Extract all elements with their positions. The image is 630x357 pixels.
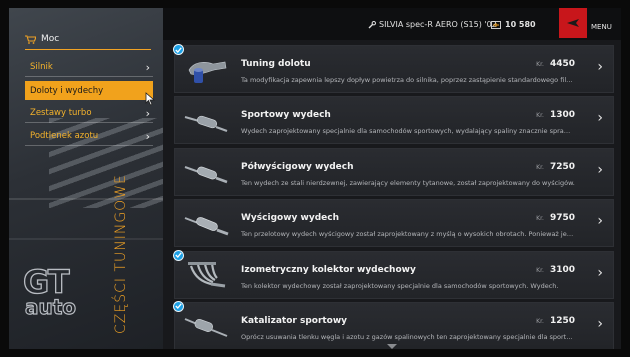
menu-item-label: Doloty i wydechy (30, 85, 104, 96)
part-row[interactable]: Półwyścigowy wydech Ten wydech ze stali … (174, 147, 614, 196)
chevron-right-icon: › (145, 60, 150, 74)
part-name: Izometryczny kolektor wydechowy (241, 264, 416, 275)
chevron-right-icon: › (145, 106, 150, 120)
exhaust-part-icon (184, 217, 229, 236)
part-name: Półwyścigowy wydech (241, 161, 354, 172)
menu-item-zestawy-turbo[interactable]: Zestawy turbo › (25, 104, 153, 123)
chevron-right-icon: › (597, 110, 603, 127)
back-arrow-icon (567, 19, 579, 27)
parts-panel: SILVIA spec-R AERO (S15) '02 10 580 MENU (163, 8, 621, 349)
chevron-right-icon: › (145, 129, 150, 143)
part-row[interactable]: Sportowy wydech Wydech zaprojektowany sp… (174, 96, 614, 145)
credits-value: 10 580 (505, 20, 536, 29)
catalyst-part-icon (184, 318, 228, 337)
menu-item-label: Silnik (30, 62, 53, 72)
part-price: Kr. 1300 (536, 110, 575, 121)
part-name: Wyścigowy wydech (241, 213, 339, 224)
top-status-bar: SILVIA spec-R AERO (S15) '02 10 580 MENU (163, 8, 621, 40)
part-description: Ten przelotowy wydech wyścigowy został z… (241, 230, 575, 239)
chevron-right-icon: › (597, 161, 603, 178)
part-name: Sportowy wydech (241, 110, 331, 121)
menu-item-label: Podtlenek azotu (30, 131, 99, 141)
owned-check-icon (173, 300, 184, 312)
part-price: Kr. 1250 (536, 315, 575, 326)
part-row[interactable]: Izometryczny kolektor wydechowy Ten kole… (173, 249, 614, 299)
chevron-right-icon: › (597, 59, 603, 75)
menu-item-silnik[interactable]: Silnik › (25, 58, 153, 77)
category-title: Moc (41, 34, 60, 44)
credits-display: 10 580 (491, 20, 536, 29)
subcategory-menu: Silnik › Doloty i wydechy Zestawy turbo … (25, 58, 153, 150)
part-description: Ten wydech ze stali nierdzewnej, zawiera… (241, 178, 575, 187)
part-row[interactable]: Wyścigowy wydech Ten przelotowy wydech w… (174, 199, 614, 248)
part-row[interactable]: Tuning dolotu Ta modyfikacja zapewnia le… (173, 44, 614, 93)
current-car: SILVIA spec-R AERO (S15) '02 (368, 20, 497, 29)
part-price: Kr. 4450 (536, 59, 575, 69)
chevron-right-icon: › (597, 264, 603, 281)
intake-part-icon (188, 61, 227, 83)
owned-check-icon (173, 249, 184, 261)
part-price: Kr. 9750 (536, 213, 575, 224)
menu-item-label: Zestawy turbo (30, 108, 92, 118)
chevron-right-icon: › (597, 315, 603, 332)
car-name: SILVIA spec-R AERO (S15) '02 (379, 20, 497, 29)
menu-item-doloty-i-wydechy[interactable]: Doloty i wydechy (25, 81, 153, 100)
chevron-right-icon: › (597, 213, 603, 230)
manifold-part-icon (188, 261, 226, 288)
scroll-down-icon[interactable] (387, 344, 397, 349)
part-price: Kr. 3100 (536, 264, 575, 275)
section-vertical-title: CZĘŚCI TUNINGOWE (113, 174, 129, 334)
pointer-cursor-icon (145, 92, 156, 106)
gt-auto-logo: GT auto (22, 263, 77, 319)
part-name: Katalizator sportowy (241, 315, 348, 326)
owned-check-icon (173, 44, 184, 55)
part-name: Tuning dolotu (241, 59, 311, 69)
menu-item-podtlenek-azotu[interactable]: Podtlenek azotu › (25, 127, 153, 146)
parts-list: Tuning dolotu Ta modyfikacja zapewnia le… (173, 44, 614, 349)
part-price: Kr. 7250 (536, 161, 575, 172)
part-description: Ta modyfikacja zapewnia lepszy dopływ po… (241, 76, 575, 84)
part-description: Ten kolektor wydechowy został zaprojekto… (241, 281, 559, 290)
cart-icon (25, 34, 36, 44)
menu-button[interactable] (559, 8, 587, 38)
game-screen: Moc Silnik › Doloty i wydechy Zestawy tu… (9, 8, 621, 349)
exhaust-part-icon (184, 116, 228, 133)
background-beam (9, 198, 163, 200)
part-row[interactable]: Katalizator sportowy Oprócz usuwania tle… (173, 300, 614, 349)
background-beam (9, 238, 163, 240)
wrench-icon (368, 20, 376, 28)
part-description: Wydech zaprojektowany specjalnie dla sam… (241, 127, 575, 136)
exhaust-part-icon (184, 165, 228, 184)
category-divider (25, 49, 151, 50)
category-header: Moc (25, 34, 59, 44)
menu-label: MENU (591, 23, 612, 31)
credits-icon (491, 20, 501, 29)
category-sidebar: Moc Silnik › Doloty i wydechy Zestawy tu… (9, 8, 163, 349)
part-description: Oprócz usuwania tlenku węgla i azotu z g… (241, 332, 575, 341)
